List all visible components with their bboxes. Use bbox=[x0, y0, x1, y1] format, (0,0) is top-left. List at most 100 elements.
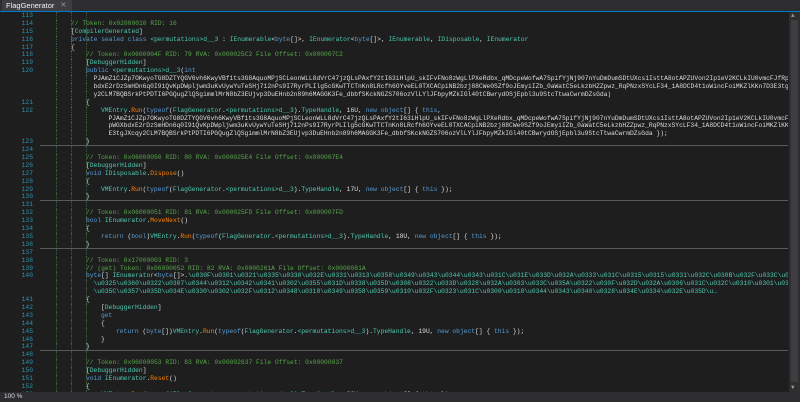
line-number: 143 bbox=[21, 311, 33, 319]
code-line[interactable]: 149 // Token: 0x06000053 RID: 83 RVA: 0x0… bbox=[0, 359, 788, 368]
code-line-wrap[interactable]: pWGXbdxE2rDzSmHDn6q0I91QvKpDWpljwm3uKvUy… bbox=[0, 122, 789, 131]
code-line-wrap[interactable]: PJAmZ1CJZp7OKwyoTG8DZTYQGV6vh6KwyVBf1ts3… bbox=[0, 75, 788, 84]
code-line-wrap[interactable]: y2CLM7BQBSrkPtPDTI6PGQugZlQSgimmlMrN8bZ3… bbox=[0, 90, 788, 99]
scroll-up-icon[interactable]: ▲ bbox=[791, 13, 795, 19]
code-line[interactable]: 126 [DebuggerHidden] bbox=[0, 161, 788, 170]
code-line[interactable]: 117 { bbox=[0, 43, 788, 52]
code-line[interactable]: 142 [DebuggerHidden] bbox=[0, 303, 788, 312]
code-line-wrap[interactable]: PJAmZ1CJZp7OKwyoTG8DZTYQGV6vh6KwyVBf1ts3… bbox=[0, 114, 789, 123]
code-token: VMEntry bbox=[172, 327, 200, 335]
code-token: , 19U, bbox=[410, 327, 438, 335]
code-line-wrap[interactable]: bdxE2rDzSmHDn6q0I91QvKpDWpljwm3uKvUywYuT… bbox=[0, 83, 788, 91]
code-token: // Token: 0x0600004F RID: 79 RVA: 0x0000… bbox=[86, 51, 343, 59]
line-number: 144 bbox=[21, 319, 33, 327]
code-line[interactable]: 118 // Token: 0x0600004F RID: 79 RVA: 0x0… bbox=[0, 51, 788, 60]
code-token: y2CLM7BQBSrkPtPDTI6PGQugZlQSgimmlMrN8bZ3… bbox=[93, 90, 612, 98]
code-line[interactable]: 150 [DebuggerHidden] bbox=[0, 367, 788, 375]
code-token: , bbox=[479, 35, 487, 43]
code-line[interactable]: 128 { bbox=[0, 177, 788, 186]
code-line[interactable]: 115 [CompilerGenerated] bbox=[0, 27, 788, 36]
line-number: 152 bbox=[21, 382, 33, 390]
code-line[interactable]: 148 bbox=[0, 351, 788, 360]
code-line[interactable]: 144 { bbox=[0, 319, 788, 328]
line-number: 134 bbox=[21, 225, 33, 233]
code-token: Run bbox=[131, 106, 143, 114]
code-line[interactable]: 116 private sealed class <permutations>d_… bbox=[0, 35, 788, 44]
code-token: Run bbox=[131, 185, 143, 193]
code-line[interactable]: 137 bbox=[0, 248, 788, 257]
code-token: ] bbox=[142, 161, 147, 169]
code-token: VMEntry bbox=[150, 232, 177, 240]
code-line[interactable]: 125 // Token: 0x06000050 RID: 80 RVA: 0x0… bbox=[0, 154, 788, 162]
code-token: <permutations>d__3 bbox=[112, 67, 181, 75]
code-line[interactable]: 127 void IDisposable.Dispose() bbox=[0, 169, 788, 178]
code-line[interactable]: 141 { bbox=[0, 296, 788, 304]
code-text: // (get) Token: 0x06000052 RID: 82 RVA: … bbox=[41, 265, 788, 273]
code-line[interactable]: 146} bbox=[0, 335, 788, 344]
code-line[interactable]: 132 // Token: 0x06000051 RID: 81 RVA: 0x0… bbox=[0, 209, 788, 218]
code-line[interactable]: 123} bbox=[0, 138, 788, 147]
code-line[interactable]: 121 { bbox=[0, 98, 788, 107]
code-line[interactable]: 135 return (bool)VMEntry.Run(typeof(FlagG… bbox=[0, 232, 788, 241]
close-icon[interactable]: ✕ bbox=[60, 0, 66, 11]
code-token: byte bbox=[86, 272, 102, 280]
zoom-level[interactable]: 100 % bbox=[4, 392, 22, 402]
code-token: TypeHandle bbox=[301, 106, 340, 114]
code-line[interactable]: 129 VMEntry.Run(typeof(FlagGenerator.<per… bbox=[0, 185, 788, 194]
code-line[interactable]: 145 return (byte[])VMEntry.Run(typeof(Fla… bbox=[0, 327, 788, 336]
line-number: 145 bbox=[21, 327, 33, 335]
code-line[interactable]: 130} bbox=[0, 193, 788, 202]
line-number: 116 bbox=[21, 35, 33, 43]
line-number: 125 bbox=[21, 154, 33, 162]
indent-guide bbox=[56, 12, 57, 20]
code-line[interactable]: 152 { bbox=[0, 382, 788, 391]
code-line[interactable]: 151 void IEnumerator.Reset() bbox=[0, 374, 788, 383]
code-line[interactable]: 124 bbox=[0, 146, 788, 155]
code-token: typeof bbox=[195, 232, 219, 240]
indent-guide bbox=[86, 12, 87, 20]
code-line-wrap[interactable]: \u0325\u0360\u0322\u0307\u0344\u0312\u03… bbox=[0, 280, 788, 289]
code-line[interactable]: 120 public <permutations>d__3(int bbox=[0, 67, 788, 76]
code-token: PJAmZ1CJZp7OKwyoTG8DZTYQGV6vh6KwyVBf1ts3… bbox=[108, 114, 789, 122]
code-text: return (bool)VMEntry.Run(typeof(FlagGene… bbox=[41, 233, 788, 241]
code-token: () bbox=[169, 374, 177, 382]
line-number: 140 bbox=[21, 272, 33, 280]
indent-guide bbox=[56, 146, 57, 155]
code-text: { bbox=[41, 99, 788, 107]
code-token: bdxE2rDzSmHDn6q0I91QvKpDWpljwm3uKvUywYuT… bbox=[93, 83, 789, 91]
code-token: this bbox=[422, 185, 438, 193]
code-line[interactable]: 119 [DebuggerHidden] bbox=[0, 59, 788, 68]
code-line-wrap[interactable]: \u035C\u0357\u035D\u034E\u0330\u0302\u03… bbox=[0, 288, 788, 297]
code-token: : bbox=[218, 35, 230, 43]
indent-guide bbox=[56, 248, 57, 257]
code-token: [] { bbox=[403, 106, 423, 114]
code-line[interactable]: 147} bbox=[0, 343, 788, 352]
code-line[interactable]: 138 // Token: 0x17000003 RID: 3 bbox=[0, 256, 788, 265]
code-text: void IEnumerator.Reset() bbox=[41, 375, 788, 383]
code-line[interactable]: 133 bool IEnumerator.MoveNext() bbox=[0, 217, 788, 226]
vertical-scrollbar[interactable]: ▲ ▼ bbox=[789, 12, 800, 392]
code-token: this bbox=[422, 106, 438, 114]
scroll-down-icon[interactable]: ▼ bbox=[791, 385, 795, 391]
code-token: DebuggerHidden bbox=[89, 367, 143, 375]
code-editor[interactable]: 113 114 // Token: 0x02000010 RID: 16 115 [Co… bbox=[0, 12, 788, 392]
line-number: 148 bbox=[21, 351, 33, 359]
code-line[interactable]: 143 get bbox=[0, 311, 788, 320]
code-line[interactable]: 131 bbox=[0, 201, 788, 210]
code-token: MoveNext bbox=[150, 217, 181, 225]
code-line[interactable]: 139 // (get) Token: 0x06000052 RID: 82 RV… bbox=[0, 264, 788, 273]
code-line[interactable]: 114 // Token: 0x02000010 RID: 16 bbox=[0, 19, 788, 28]
indent-guide bbox=[86, 248, 87, 257]
code-token: void bbox=[86, 169, 105, 177]
code-token: pWGXbdxE2rDzSmHDn6q0I91QvKpDWpljwm3uKvUy… bbox=[108, 122, 789, 130]
code-line[interactable]: 113 bbox=[0, 12, 788, 20]
code-line[interactable]: 140 byte[] IEnumerator<byte[]>.\u030F\u03… bbox=[0, 272, 788, 281]
tab-flag-generator[interactable]: FlagGenerator ✕ bbox=[2, 0, 73, 11]
code-line[interactable]: 122 VMEntry.Run(typeof(FlagGenerator.<per… bbox=[0, 106, 788, 115]
scrollbar-thumb[interactable] bbox=[791, 20, 798, 382]
code-text: // Token: 0x17000003 RID: 3 bbox=[41, 257, 788, 265]
code-line[interactable]: 136} bbox=[0, 240, 788, 249]
code-token: IDisposable bbox=[437, 35, 480, 43]
code-line-wrap[interactable]: E3tgJXcqy2CLM7BQBSrkPtPDTI6PGQugZlQSgimm… bbox=[0, 130, 788, 139]
code-line[interactable]: 134 { bbox=[0, 225, 788, 233]
